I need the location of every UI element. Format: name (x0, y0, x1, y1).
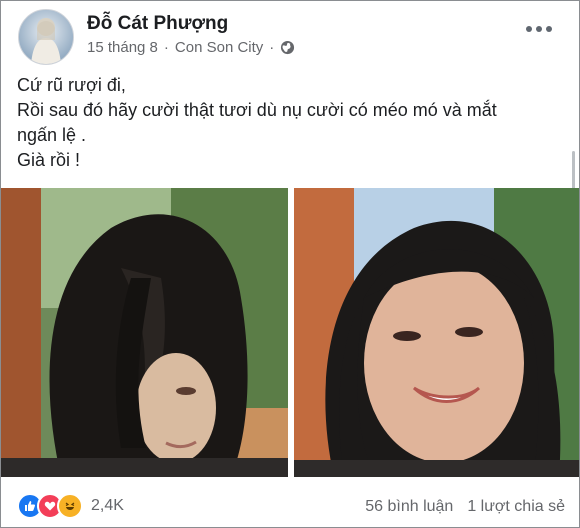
post-text-line: Già rồi ! (17, 150, 81, 170)
post-location[interactable]: Con Son City (175, 39, 263, 56)
reactions-summary[interactable]: 2,4K (17, 493, 124, 519)
post-meta: 15 tháng 8 · Con Son City · (87, 39, 295, 56)
more-options-icon[interactable] (521, 21, 557, 37)
haha-icon (57, 493, 83, 519)
photo-left[interactable] (1, 188, 288, 477)
comments-count[interactable]: 56 bình luận (365, 498, 453, 516)
globe-icon[interactable] (280, 40, 295, 55)
post-card: Đỗ Cát Phượng 15 tháng 8 · Con Son City … (0, 0, 580, 528)
post-footer: 2,4K 56 bình luận 1 lượt chia sẻ (1, 479, 579, 527)
author-avatar[interactable] (18, 9, 74, 65)
post-text: Cứ rũ rượi đi, Rồi sau đó hãy cười thật … (17, 73, 567, 173)
post-header: Đỗ Cát Phượng 15 tháng 8 · Con Son City … (1, 1, 579, 65)
post-text-line: ngấn lệ . (17, 125, 87, 145)
engagement-stats: 56 bình luận 1 lượt chia sẻ (365, 498, 565, 516)
reaction-count[interactable]: 2,4K (91, 497, 124, 515)
meta-separator: · (163, 39, 169, 56)
photo-right[interactable] (294, 188, 579, 477)
avatar-image (19, 10, 73, 64)
author-name[interactable]: Đỗ Cát Phượng (87, 13, 228, 35)
meta-separator: · (269, 39, 275, 56)
shares-count[interactable]: 1 lượt chia sẻ (467, 498, 565, 516)
post-text-line: Rồi sau đó hãy cười thật tươi dù nụ cười… (17, 100, 497, 120)
post-text-line: Cứ rũ rượi đi, (17, 75, 126, 95)
post-date[interactable]: 15 tháng 8 (87, 39, 158, 56)
photo-grid (1, 188, 579, 477)
